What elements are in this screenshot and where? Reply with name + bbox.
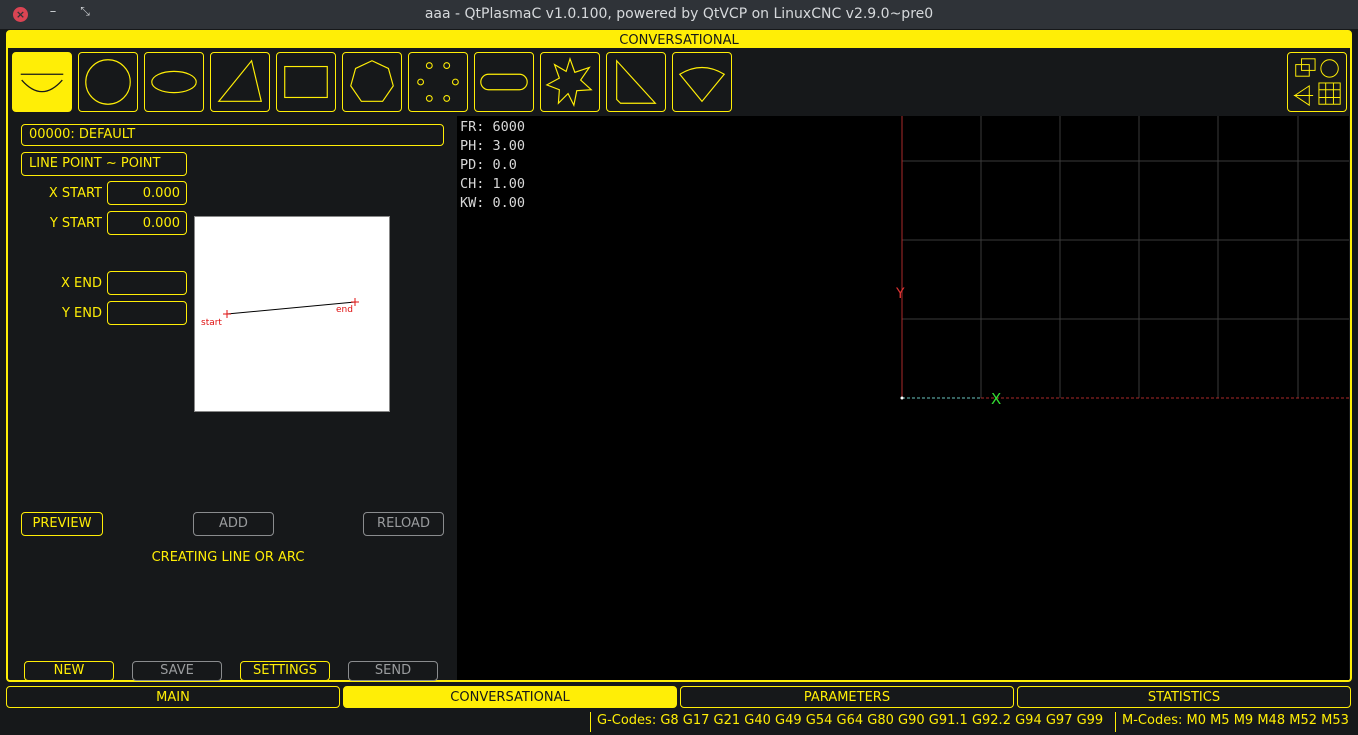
preview-grid: Y X: [895, 116, 1349, 408]
add-button[interactable]: ADD: [193, 512, 274, 536]
readout-ch: CH: 1.00: [460, 176, 526, 192]
x-end-input[interactable]: [107, 271, 187, 295]
preview-button[interactable]: PREVIEW: [21, 512, 103, 536]
readout-fr: FR: 6000: [460, 119, 526, 135]
window-title: aaa - QtPlasmaC v1.0.100, powered by QtV…: [424, 6, 934, 22]
x-end-label: X END: [61, 276, 102, 291]
conversational-header: CONVERSATIONAL: [8, 32, 1350, 48]
x-axis-label: X: [991, 390, 1001, 408]
conversational-status: CREATING LINE OR ARC: [151, 550, 305, 565]
x-start-label: X START: [48, 186, 102, 201]
sector-icon: [678, 66, 726, 103]
y-start-input[interactable]: 0.000: [107, 211, 187, 235]
x-start-input[interactable]: 0.000: [107, 181, 187, 205]
readout-ph: PH: 3.00: [460, 138, 526, 154]
readout-kw: KW: 0.00: [460, 195, 526, 211]
slot-icon: [480, 73, 528, 91]
gusset-icon: [616, 59, 657, 104]
rectangle-icon: [284, 65, 328, 99]
bolt-circle-shape-button[interactable]: [408, 52, 468, 112]
triangle-icon: [217, 59, 263, 102]
tab-statistics[interactable]: STATISTICS: [1017, 686, 1351, 708]
y-end-input[interactable]: [107, 301, 187, 325]
array-rotate-scale-icon: [1293, 58, 1341, 107]
tab-parameters[interactable]: PARAMETERS: [680, 686, 1014, 708]
line-icon: [20, 73, 64, 93]
tab-main[interactable]: MAIN: [6, 686, 340, 708]
status-bar: G-Codes: G8 G17 G21 G40 G49 G54 G64 G80 …: [0, 710, 1358, 735]
y-start-label: Y START: [49, 216, 102, 231]
diagram-start-label: start: [201, 318, 222, 328]
y-axis-label: Y: [895, 286, 905, 302]
readout-pd: PD: 0.0: [460, 157, 517, 173]
line-diagram: start end: [194, 216, 390, 412]
mcodes-status: M-Codes: M0 M5 M9 M48 M52 M53: [1115, 712, 1349, 732]
rectangle-shape-button[interactable]: [276, 52, 336, 112]
slot-shape-button[interactable]: [474, 52, 534, 112]
conversational-tools-button[interactable]: [1287, 52, 1347, 112]
star-shape-button[interactable]: [540, 52, 600, 112]
tab-conversational[interactable]: CONVERSATIONAL: [343, 686, 677, 708]
line-type-selector[interactable]: LINE POINT ~ POINT: [21, 152, 187, 176]
material-selector[interactable]: 00000: DEFAULT: [21, 124, 444, 146]
conversational-frame: CONVERSATIONAL 00000: DEFAULT LINE POINT…: [6, 30, 1352, 682]
polygon-icon: [350, 60, 394, 102]
new-button[interactable]: NEW: [24, 661, 114, 681]
settings-button[interactable]: SETTINGS: [240, 661, 330, 681]
gcode-preview-canvas[interactable]: Y X FR: 6000 PH: 3.00 PD: 0.0 CH: 1.00 K…: [457, 116, 1349, 680]
cut-parameters-readout: FR: 6000 PH: 3.00 PD: 0.0 CH: 1.00 KW: 0…: [460, 118, 525, 213]
polygon-shape-button[interactable]: [342, 52, 402, 112]
ellipse-icon: [151, 70, 197, 94]
diagram-end-label: end: [336, 305, 353, 315]
ellipse-shape-button[interactable]: [144, 52, 204, 112]
star-icon: [545, 56, 593, 107]
circle-shape-button[interactable]: [78, 52, 138, 112]
gusset-shape-button[interactable]: [606, 52, 666, 112]
gcodes-status: G-Codes: G8 G17 G21 G40 G49 G54 G64 G80 …: [590, 712, 1103, 732]
bolt-circle-icon: [417, 62, 459, 102]
line-shape-button[interactable]: [12, 52, 72, 112]
triangle-shape-button[interactable]: [210, 52, 270, 112]
window-titlebar: × – ⤡ aaa - QtPlasmaC v1.0.100, powered …: [0, 0, 1358, 29]
circle-icon: [85, 59, 131, 105]
save-button[interactable]: SAVE: [132, 661, 222, 681]
y-end-label: Y END: [61, 306, 102, 321]
sector-shape-button[interactable]: [672, 52, 732, 112]
send-button[interactable]: SEND: [348, 661, 438, 681]
reload-button[interactable]: RELOAD: [363, 512, 444, 536]
